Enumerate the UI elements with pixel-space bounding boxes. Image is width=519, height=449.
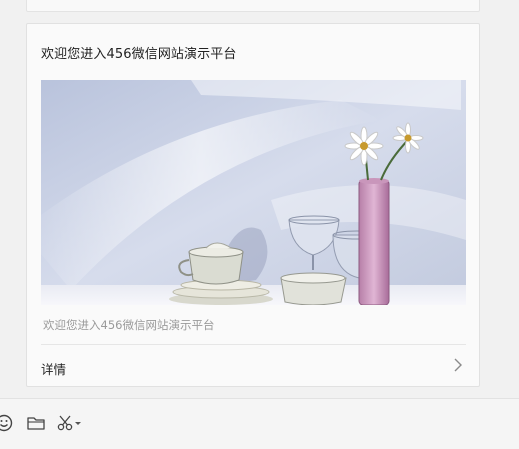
input-toolbar (0, 399, 519, 449)
article-card[interactable]: 欢迎您进入456微信网站演示平台 欢迎您进入456微信网站演示平台 详情 (26, 23, 480, 387)
article-digest: 欢迎您进入456微信网站演示平台 (43, 318, 215, 332)
emoji-icon[interactable] (0, 413, 14, 433)
folder-icon[interactable] (26, 413, 46, 433)
scissors-icon[interactable] (56, 413, 76, 433)
article-cover-image[interactable] (41, 80, 466, 305)
detail-label: 详情 (41, 362, 67, 377)
previous-message-card (26, 0, 480, 12)
dropdown-arrow-icon[interactable] (74, 413, 82, 433)
detail-link[interactable]: 详情 (41, 345, 466, 387)
article-title: 欢迎您进入456微信网站演示平台 (41, 47, 237, 62)
chevron-right-icon (454, 358, 462, 372)
